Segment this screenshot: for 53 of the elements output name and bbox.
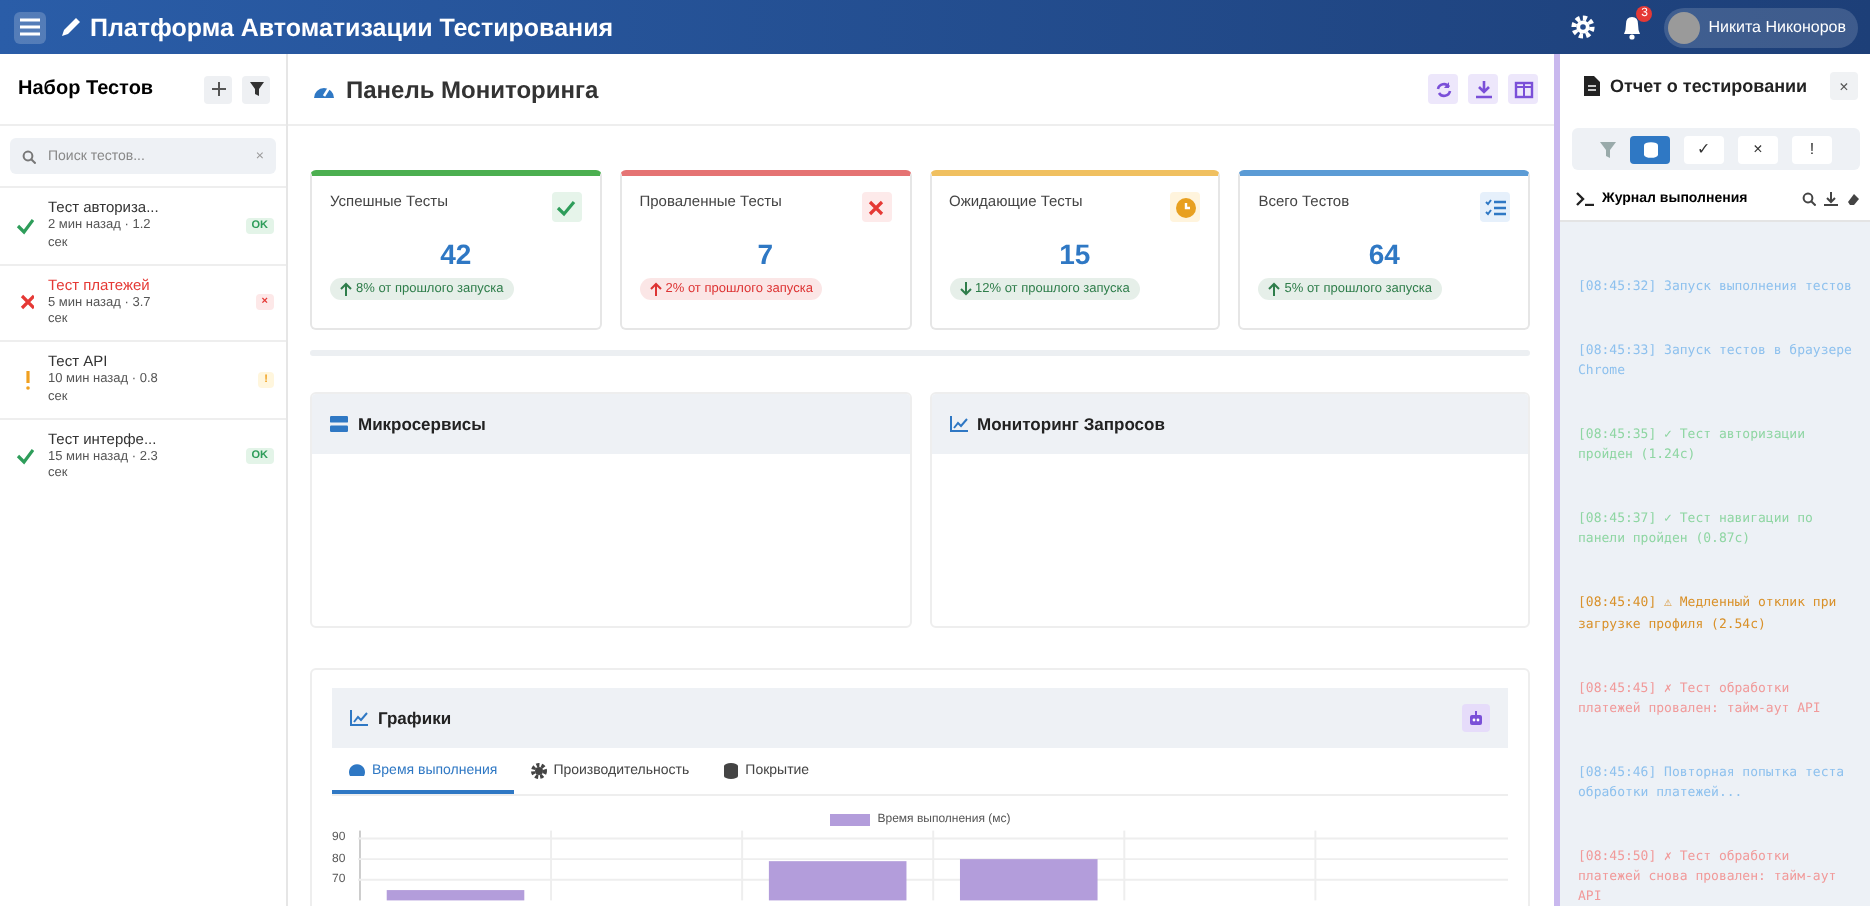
search-icon (1802, 192, 1816, 207)
stat-value: 7 (755, 238, 776, 270)
app-title: Платформа Автоматизации Тестирования (90, 13, 614, 41)
line-chart-icon (350, 710, 368, 726)
server-icon (330, 416, 348, 432)
filter-button[interactable] (242, 75, 270, 103)
eraser-icon (1846, 192, 1860, 207)
avatar-icon (1668, 11, 1701, 43)
download-icon (1824, 192, 1838, 207)
chart-bar (959, 859, 1098, 901)
refresh-button[interactable] (1428, 74, 1458, 104)
line-chart-icon (949, 416, 967, 432)
close-button[interactable]: × (1830, 72, 1858, 101)
stat-value: 15 (1057, 238, 1093, 270)
dashboard-title: Панель Мониторинга (346, 75, 601, 103)
stat-value: 42 (438, 238, 474, 270)
document-icon (1584, 76, 1600, 97)
sidebar-title: Набор Тестов (18, 78, 156, 100)
menu-icon (20, 18, 40, 36)
stat-value: 64 (1366, 238, 1402, 270)
robot-button[interactable] (1462, 704, 1490, 732)
chart-bar (768, 861, 907, 901)
columns-icon (1513, 79, 1533, 99)
user-menu[interactable]: Никита Никоноров (1664, 7, 1858, 47)
terminal-icon (1576, 192, 1594, 207)
pencil-icon (60, 16, 82, 38)
add-button[interactable] (204, 75, 232, 103)
report-title: Отчет о тестировании (1610, 76, 1810, 97)
filter-option[interactable]: × (1738, 135, 1778, 164)
download-button[interactable] (1468, 74, 1498, 104)
settings-button[interactable] (1570, 14, 1597, 40)
bell-icon (1620, 14, 1645, 40)
filter-icon (249, 82, 263, 96)
database-icon (721, 762, 740, 780)
plus-icon (211, 82, 225, 96)
charts-title: Графики (378, 708, 454, 728)
search-icon (22, 149, 36, 163)
filter-icon (1600, 141, 1616, 158)
gauge-icon (348, 762, 366, 780)
filter-option[interactable]: ✓ (1684, 135, 1724, 164)
refresh-icon (1433, 79, 1453, 99)
filter-option[interactable] (1630, 135, 1670, 164)
panel-title: Мониторинг Запросов (977, 414, 1165, 434)
database-icon (1643, 141, 1657, 158)
chart-bar (386, 890, 524, 901)
download-icon (1473, 79, 1493, 99)
filter-option[interactable]: ! (1792, 135, 1832, 164)
robot-icon (1468, 710, 1484, 726)
gear-icon (529, 762, 548, 780)
panel-title: Микросервисы (358, 414, 486, 434)
layout-button[interactable] (1508, 74, 1538, 104)
menu-button[interactable] (14, 11, 46, 43)
gear-icon (1570, 14, 1597, 40)
